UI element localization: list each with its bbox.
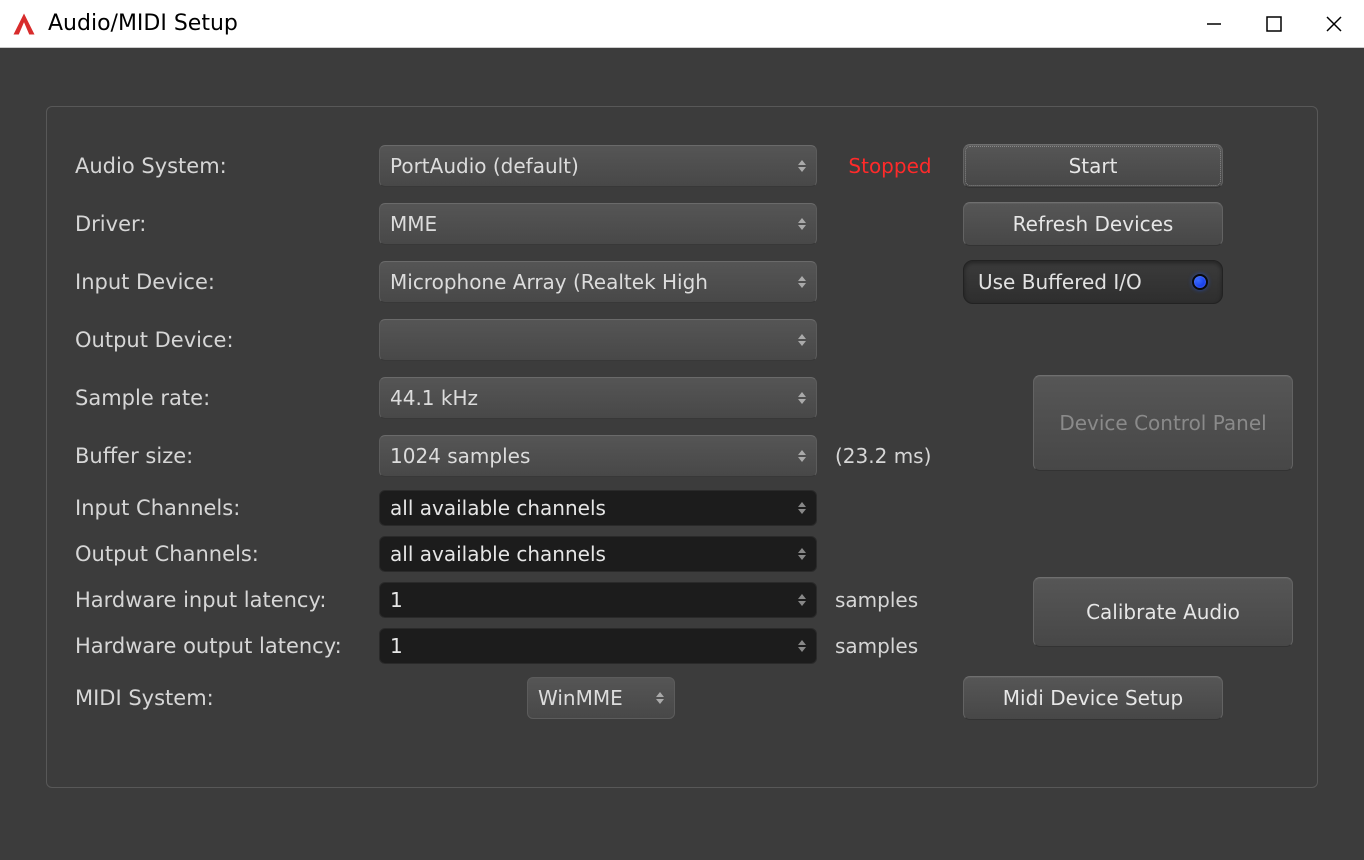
app-icon [10,10,38,38]
sample-rate-value: 44.1 kHz [390,386,478,410]
audio-system-select[interactable]: PortAudio (default) [379,145,817,187]
start-button[interactable]: Start [963,144,1223,188]
hw-output-latency-value: 1 [390,634,403,658]
calibrate-audio-button[interactable]: Calibrate Audio [1033,577,1293,647]
close-button[interactable] [1304,0,1364,48]
audio-system-value: PortAudio (default) [390,154,579,178]
output-device-select[interactable] [379,319,817,361]
sample-rate-select[interactable]: 44.1 kHz [379,377,817,419]
latency-unit-2: samples [825,634,955,658]
use-buffered-io-label: Use Buffered I/O [978,270,1142,294]
updown-icon [792,218,806,230]
midi-system-select[interactable]: WinMME [527,677,675,719]
hw-output-latency-field[interactable]: 1 [379,628,817,664]
label-input-channels: Input Channels: [71,496,371,520]
label-sample-rate: Sample rate: [71,386,371,410]
buffer-size-value: 1024 samples [390,444,530,468]
updown-icon [792,392,806,404]
engine-status: Stopped [825,154,955,178]
radio-on-icon [1192,274,1208,290]
titlebar: Audio/MIDI Setup [0,0,1364,48]
maximize-button[interactable] [1244,0,1304,48]
label-hw-output-latency: Hardware output latency: [71,634,371,658]
input-channels-field[interactable]: all available channels [379,490,817,526]
minimize-button[interactable] [1184,0,1244,48]
input-channels-value: all available channels [390,496,606,520]
updown-icon [792,594,806,606]
label-midi-system: MIDI System: [71,686,371,710]
settings-group: Audio System: PortAudio (default) Stoppe… [46,106,1318,788]
device-control-panel-button[interactable]: Device Control Panel [1033,375,1293,471]
label-hw-input-latency: Hardware input latency: [71,588,371,612]
label-input-device: Input Device: [71,270,371,294]
updown-icon [792,450,806,462]
updown-icon [792,548,806,560]
label-buffer-size: Buffer size: [71,444,371,468]
output-channels-field[interactable]: all available channels [379,536,817,572]
output-channels-value: all available channels [390,542,606,566]
midi-device-setup-button[interactable]: Midi Device Setup [963,676,1223,720]
midi-system-value: WinMME [538,686,623,710]
updown-icon [650,692,664,704]
use-buffered-io-toggle[interactable]: Use Buffered I/O [963,260,1223,304]
updown-icon [792,276,806,288]
label-driver: Driver: [71,212,371,236]
label-output-device: Output Device: [71,328,371,352]
driver-value: MME [390,212,437,236]
input-device-value: Microphone Array (Realtek High [390,270,708,294]
label-audio-system: Audio System: [71,154,371,178]
window-title: Audio/MIDI Setup [48,11,238,36]
hw-input-latency-value: 1 [390,588,403,612]
driver-select[interactable]: MME [379,203,817,245]
updown-icon [792,502,806,514]
refresh-devices-button[interactable]: Refresh Devices [963,202,1223,246]
latency-unit-1: samples [825,588,955,612]
updown-icon [792,640,806,652]
updown-icon [792,334,806,346]
buffer-size-select[interactable]: 1024 samples [379,435,817,477]
buffer-ms: (23.2 ms) [825,444,955,468]
hw-input-latency-field[interactable]: 1 [379,582,817,618]
label-output-channels: Output Channels: [71,542,371,566]
updown-icon [792,160,806,172]
input-device-select[interactable]: Microphone Array (Realtek High [379,261,817,303]
